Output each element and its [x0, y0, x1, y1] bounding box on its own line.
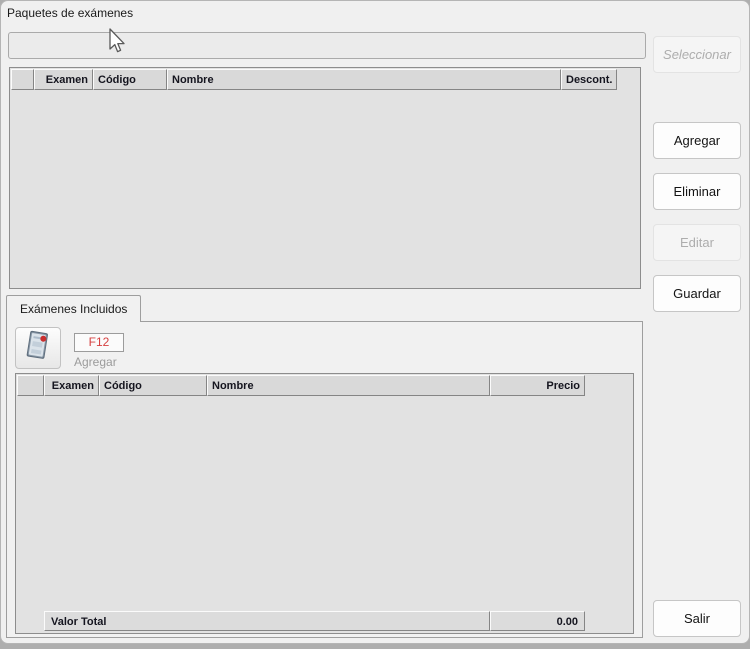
column-header-nombre[interactable]: Nombre — [207, 375, 490, 396]
column-header-codigo[interactable]: Código — [93, 69, 167, 90]
guardar-button[interactable]: Guardar — [653, 275, 741, 312]
search-input[interactable] — [8, 32, 646, 59]
packages-table[interactable]: Examen Código Nombre Descont. — [9, 67, 641, 289]
f12-shortcut-badge: F12 — [74, 333, 124, 352]
column-header-codigo[interactable]: Código — [99, 375, 207, 396]
salir-button[interactable]: Salir — [653, 600, 741, 637]
packages-table-header: Examen Código Nombre Descont. — [11, 69, 617, 90]
included-exams-panel: F12 Agregar Examen Código Nombre Precio … — [6, 321, 643, 638]
column-header-examen[interactable]: Examen — [44, 375, 99, 396]
window-bottom-shadow — [0, 644, 750, 649]
editar-button[interactable]: Editar — [653, 224, 741, 261]
total-label: Valor Total — [44, 611, 490, 631]
window-title: Paquetes de exámenes — [7, 6, 133, 20]
mouse-cursor-icon — [106, 27, 126, 55]
row-selector-header — [11, 69, 34, 90]
tab-examenes-incluidos[interactable]: Exámenes Incluidos — [6, 295, 141, 322]
dialog-window: Paquetes de exámenes Examen Código Nombr… — [0, 0, 750, 644]
column-header-examen[interactable]: Examen — [34, 69, 93, 90]
column-header-precio[interactable]: Precio — [490, 375, 585, 396]
agregar-button[interactable]: Agregar — [653, 122, 741, 159]
included-exams-table-header: Examen Código Nombre Precio — [17, 375, 585, 396]
column-header-descuento[interactable]: Descont. — [561, 69, 617, 90]
eliminar-button[interactable]: Eliminar — [653, 173, 741, 210]
column-header-nombre[interactable]: Nombre — [167, 69, 561, 90]
add-exam-label: Agregar — [74, 355, 117, 369]
add-exam-button[interactable] — [15, 327, 61, 369]
row-selector-header — [17, 375, 44, 396]
included-exams-table[interactable]: Examen Código Nombre Precio Valor Total … — [15, 373, 634, 634]
total-value: 0.00 — [490, 611, 585, 631]
total-row: Valor Total 0.00 — [44, 611, 585, 631]
seleccionar-button[interactable]: Seleccionar — [653, 36, 741, 73]
add-exam-document-icon — [22, 329, 54, 368]
